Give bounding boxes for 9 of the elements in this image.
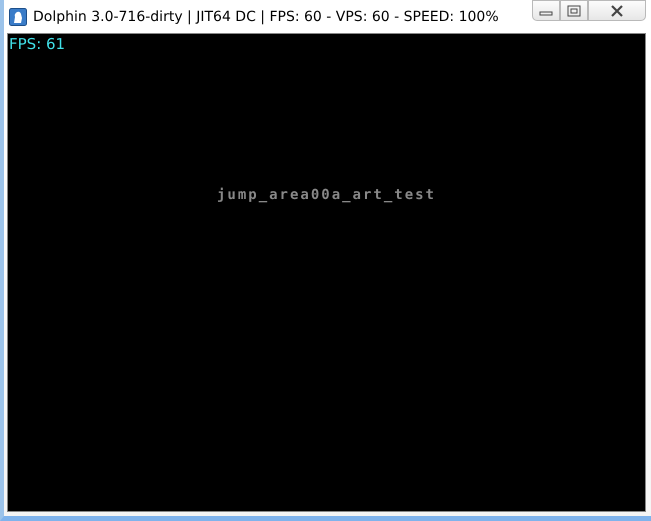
window-title: Dolphin 3.0-716-dirty | JIT64 DC | FPS: 60 - VPS: 60 - SPEED: 100% [33, 8, 499, 24]
app-icon [9, 8, 27, 26]
minimize-button[interactable] [532, 0, 560, 21]
maximize-icon [567, 4, 581, 16]
maximize-button[interactable] [560, 0, 588, 21]
game-message: jump_area00a_art_test [216, 187, 436, 205]
close-icon [609, 4, 625, 16]
close-button[interactable] [588, 0, 646, 21]
fps-overlay: FPS: 61 [9, 35, 66, 53]
